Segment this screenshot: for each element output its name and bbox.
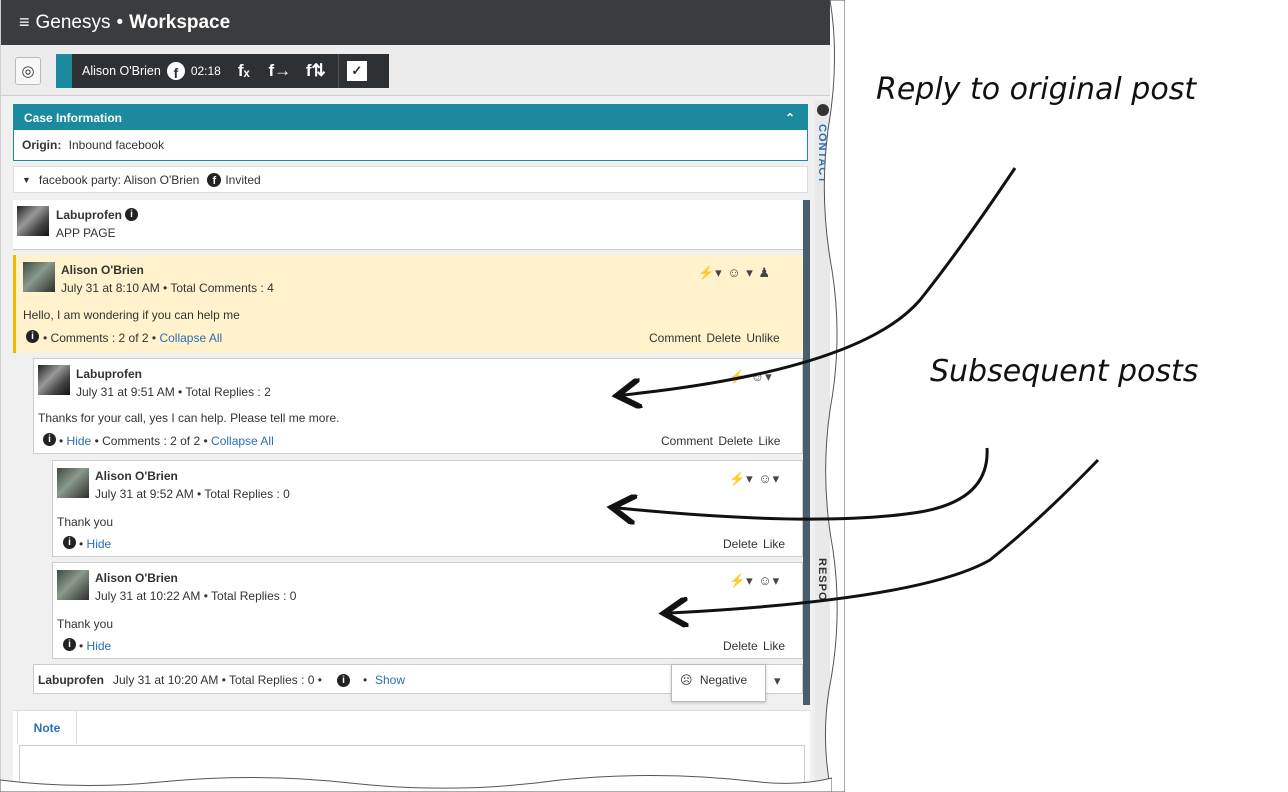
arrow-subsequent-2 (670, 458, 1100, 613)
annotation-arrows (0, 167, 1100, 792)
arrow-subsequent-1 (618, 447, 989, 519)
arrow-reply (623, 167, 1017, 395)
